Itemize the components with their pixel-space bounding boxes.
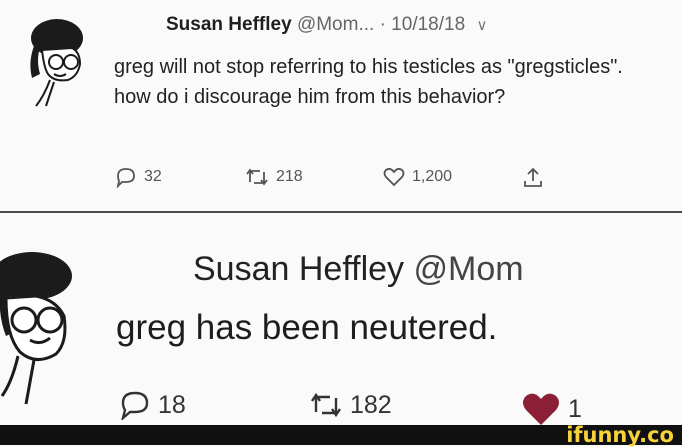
retweet-icon [246, 168, 268, 186]
tweet-header: Susan Heffley @Mom [193, 250, 524, 289]
retweet-count: 218 [276, 168, 303, 185]
like-button[interactable]: 1 [520, 390, 582, 425]
tweet-top: Susan Heffley @Mom... · 10/18/18 ∨ greg … [0, 0, 682, 210]
tweet-bottom: Susan Heffley @Mom greg has been neutere… [0, 218, 682, 425]
retweet-button[interactable]: 182 [308, 390, 392, 420]
reply-count: 32 [144, 168, 162, 185]
share-button[interactable] [522, 166, 544, 190]
avatar[interactable] [0, 246, 80, 406]
like-count: 1 [568, 394, 582, 423]
author-handle[interactable]: @Mom [414, 250, 524, 288]
author-name[interactable]: Susan Heffley [166, 14, 292, 35]
retweet-button[interactable]: 218 [244, 166, 303, 188]
reply-button[interactable]: 32 [114, 166, 162, 188]
watermark-bar: ifunny.co [0, 423, 682, 447]
retweet-icon [311, 392, 341, 418]
tweet-date[interactable]: · 10/18/18 [380, 14, 466, 35]
watermark-logo: ifunny.co [566, 423, 674, 447]
author-handle[interactable]: @Mom... [297, 14, 374, 35]
divider [0, 211, 682, 213]
like-button[interactable]: 1,200 [382, 166, 452, 188]
like-count: 1,200 [412, 168, 453, 185]
chevron-down-icon[interactable]: ∨ [476, 17, 487, 34]
tweet-text: greg will not stop referring to his test… [114, 56, 623, 108]
reply-count: 18 [158, 390, 186, 419]
retweet-count: 182 [350, 390, 392, 419]
reply-icon [116, 168, 135, 188]
reply-icon [121, 391, 149, 420]
avatar[interactable] [14, 16, 96, 112]
tweet-text: greg has been neutered. [116, 308, 498, 347]
liked-heart-icon [523, 393, 559, 425]
reply-button[interactable]: 18 [118, 390, 186, 420]
share-icon [524, 167, 542, 187]
like-icon [383, 167, 405, 187]
tweet-header: Susan Heffley @Mom... · 10/18/18 ∨ [166, 14, 487, 36]
author-name[interactable]: Susan Heffley [193, 250, 404, 288]
